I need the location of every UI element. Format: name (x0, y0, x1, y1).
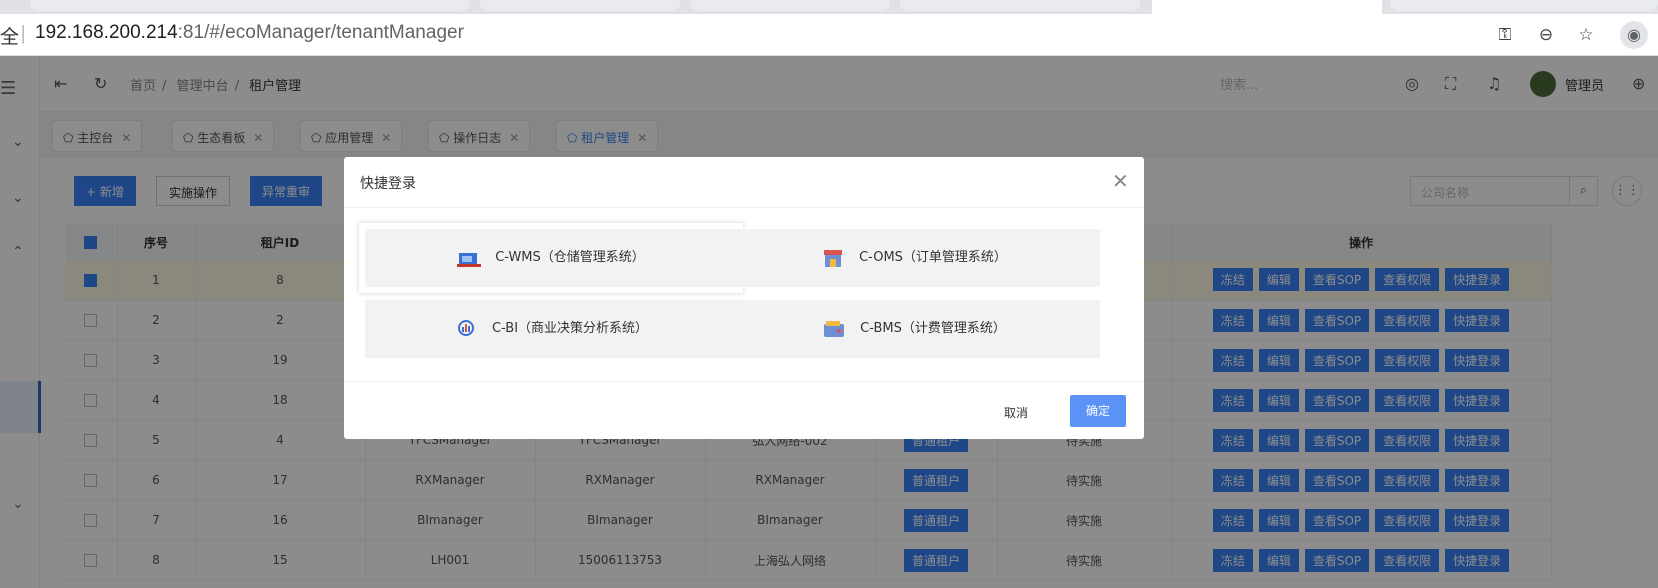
dialog-title: 快捷登录 (360, 176, 416, 192)
close-icon[interactable]: ✕ (1112, 169, 1129, 193)
wms-login-card[interactable]: C-WMS（仓储管理系统） (365, 229, 737, 287)
address-bar[interactable]: 全 | 192.168.200.214:81/#/ecoManager/tena… (0, 14, 1658, 56)
browser-tab[interactable] (30, 0, 470, 11)
key-icon[interactable]: ⚿ (1494, 24, 1516, 46)
divider (344, 381, 1144, 382)
store-icon (824, 249, 843, 267)
card-label: C-OMS（订单管理系统） (859, 250, 1007, 265)
bms-login-card[interactable]: C-BMS（计费管理系统） (728, 300, 1100, 358)
star-icon[interactable]: ☆ (1575, 24, 1597, 46)
card-label: C-BMS（计费管理系统） (860, 321, 1006, 336)
browser-tab[interactable] (480, 0, 680, 11)
browser-tab-strip (0, 0, 1658, 14)
address-prefix: 全 (0, 26, 20, 48)
url-port: :81 (177, 22, 205, 43)
warehouse-icon (457, 252, 482, 267)
browser-tab[interactable] (1390, 0, 1658, 11)
divider: | (20, 22, 27, 44)
quick-login-dialog: 快捷登录 ✕ C-WMS（仓储管理系统） C-OMS（订单管理系统） C-BI（… (344, 157, 1144, 439)
bi-login-card[interactable]: C-BI（商业决策分析系统） (365, 300, 737, 358)
zoom-out-icon[interactable]: ⊖ (1535, 24, 1557, 46)
card-label: C-WMS（仓储管理系统） (495, 250, 645, 265)
profile-icon[interactable]: ◉ (1620, 21, 1648, 49)
url-host: 192.168.200.214 (35, 22, 178, 43)
confirm-button[interactable]: 确定 (1070, 395, 1126, 427)
wallet-icon (824, 320, 845, 337)
divider (344, 207, 1144, 208)
url-text[interactable]: 192.168.200.214:81/#/ecoManager/tenantMa… (35, 22, 464, 44)
cancel-button[interactable]: 取消 (986, 397, 1046, 429)
oms-login-card[interactable]: C-OMS（订单管理系统） (728, 229, 1100, 287)
url-path: /#/ecoManager/tenantManager (204, 22, 464, 43)
browser-tab[interactable] (690, 0, 890, 11)
browser-tab[interactable] (900, 0, 1140, 11)
card-label: C-BI（商业决策分析系统） (491, 321, 649, 336)
browser-tab-active[interactable] (1152, 0, 1382, 14)
analytics-icon (457, 319, 474, 336)
